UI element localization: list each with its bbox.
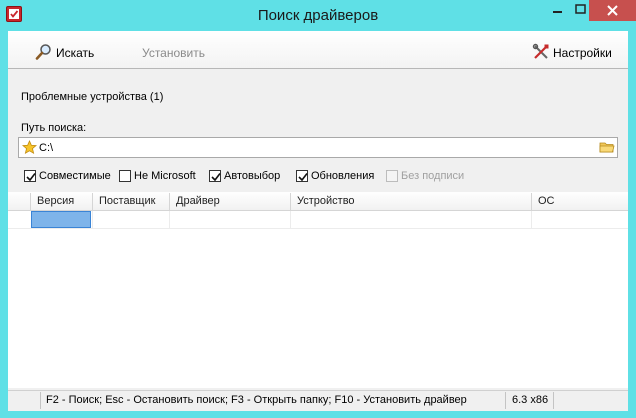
checkbox-updates-label: Обновления (311, 170, 375, 182)
problem-devices-label: Проблемные устройства (1) (21, 91, 164, 103)
minimize-button[interactable] (544, 0, 571, 21)
column-header-os[interactable]: ОС (532, 193, 628, 210)
status-separator (553, 392, 554, 409)
search-path-value: C:\ (39, 142, 54, 154)
column-header-version[interactable]: Версия (31, 193, 93, 210)
checkbox-non-microsoft-label: Не Microsoft (134, 170, 196, 182)
checkbox-updates-box[interactable] (296, 170, 308, 182)
checkbox-unsigned-box[interactable] (386, 170, 398, 182)
row-divider (169, 211, 170, 229)
column-header-driver[interactable]: Драйвер (170, 193, 291, 210)
checkbox-compatible[interactable]: Совместимые (24, 169, 111, 183)
checkbox-compatible-box[interactable] (24, 170, 36, 182)
table-row[interactable] (8, 211, 628, 229)
install-button[interactable]: Установить (142, 42, 205, 64)
window-title: Поиск драйверов (257, 7, 379, 24)
settings-button[interactable]: Настройки (532, 42, 612, 64)
tools-icon (532, 43, 550, 64)
checkbox-unsigned[interactable]: Без подписи (386, 169, 464, 183)
checkbox-compatible-label: Совместимые (39, 170, 111, 182)
search-path-label: Путь поиска: (21, 122, 87, 134)
checkbox-non-microsoft-box[interactable] (119, 170, 131, 182)
search-path-input[interactable] (18, 137, 618, 158)
magnifier-icon (35, 43, 53, 64)
install-button-label: Установить (142, 46, 205, 60)
search-button[interactable]: Искать (35, 42, 94, 64)
column-header-vendor[interactable]: Поставщик (93, 193, 170, 210)
close-button[interactable] (589, 0, 636, 21)
checkbox-updates[interactable]: Обновления (296, 169, 374, 183)
column-header-device[interactable]: Устройство (291, 193, 532, 210)
row-divider (531, 211, 532, 229)
status-separator (505, 392, 506, 409)
search-button-label: Искать (56, 46, 95, 60)
checkbox-unsigned-label: Без подписи (401, 170, 465, 182)
row-divider (290, 211, 291, 229)
checkbox-autoselect-box[interactable] (209, 170, 221, 182)
status-separator (40, 392, 41, 409)
column-header-indicator[interactable] (8, 193, 31, 210)
checkbox-non-microsoft[interactable]: Не Microsoft (119, 169, 196, 183)
settings-button-label: Настройки (553, 46, 612, 60)
checkbox-autoselect[interactable]: Автовыбор (209, 169, 280, 183)
folder-icon[interactable] (599, 140, 615, 157)
checkbox-autoselect-label: Автовыбор (224, 170, 281, 182)
status-hints: F2 - Поиск; Esc - Остановить поиск; F3 -… (46, 394, 467, 406)
row-divider (92, 211, 93, 229)
star-icon (21, 140, 38, 158)
selected-cell[interactable] (31, 211, 91, 228)
status-version: 6.3 x86 (512, 394, 549, 406)
